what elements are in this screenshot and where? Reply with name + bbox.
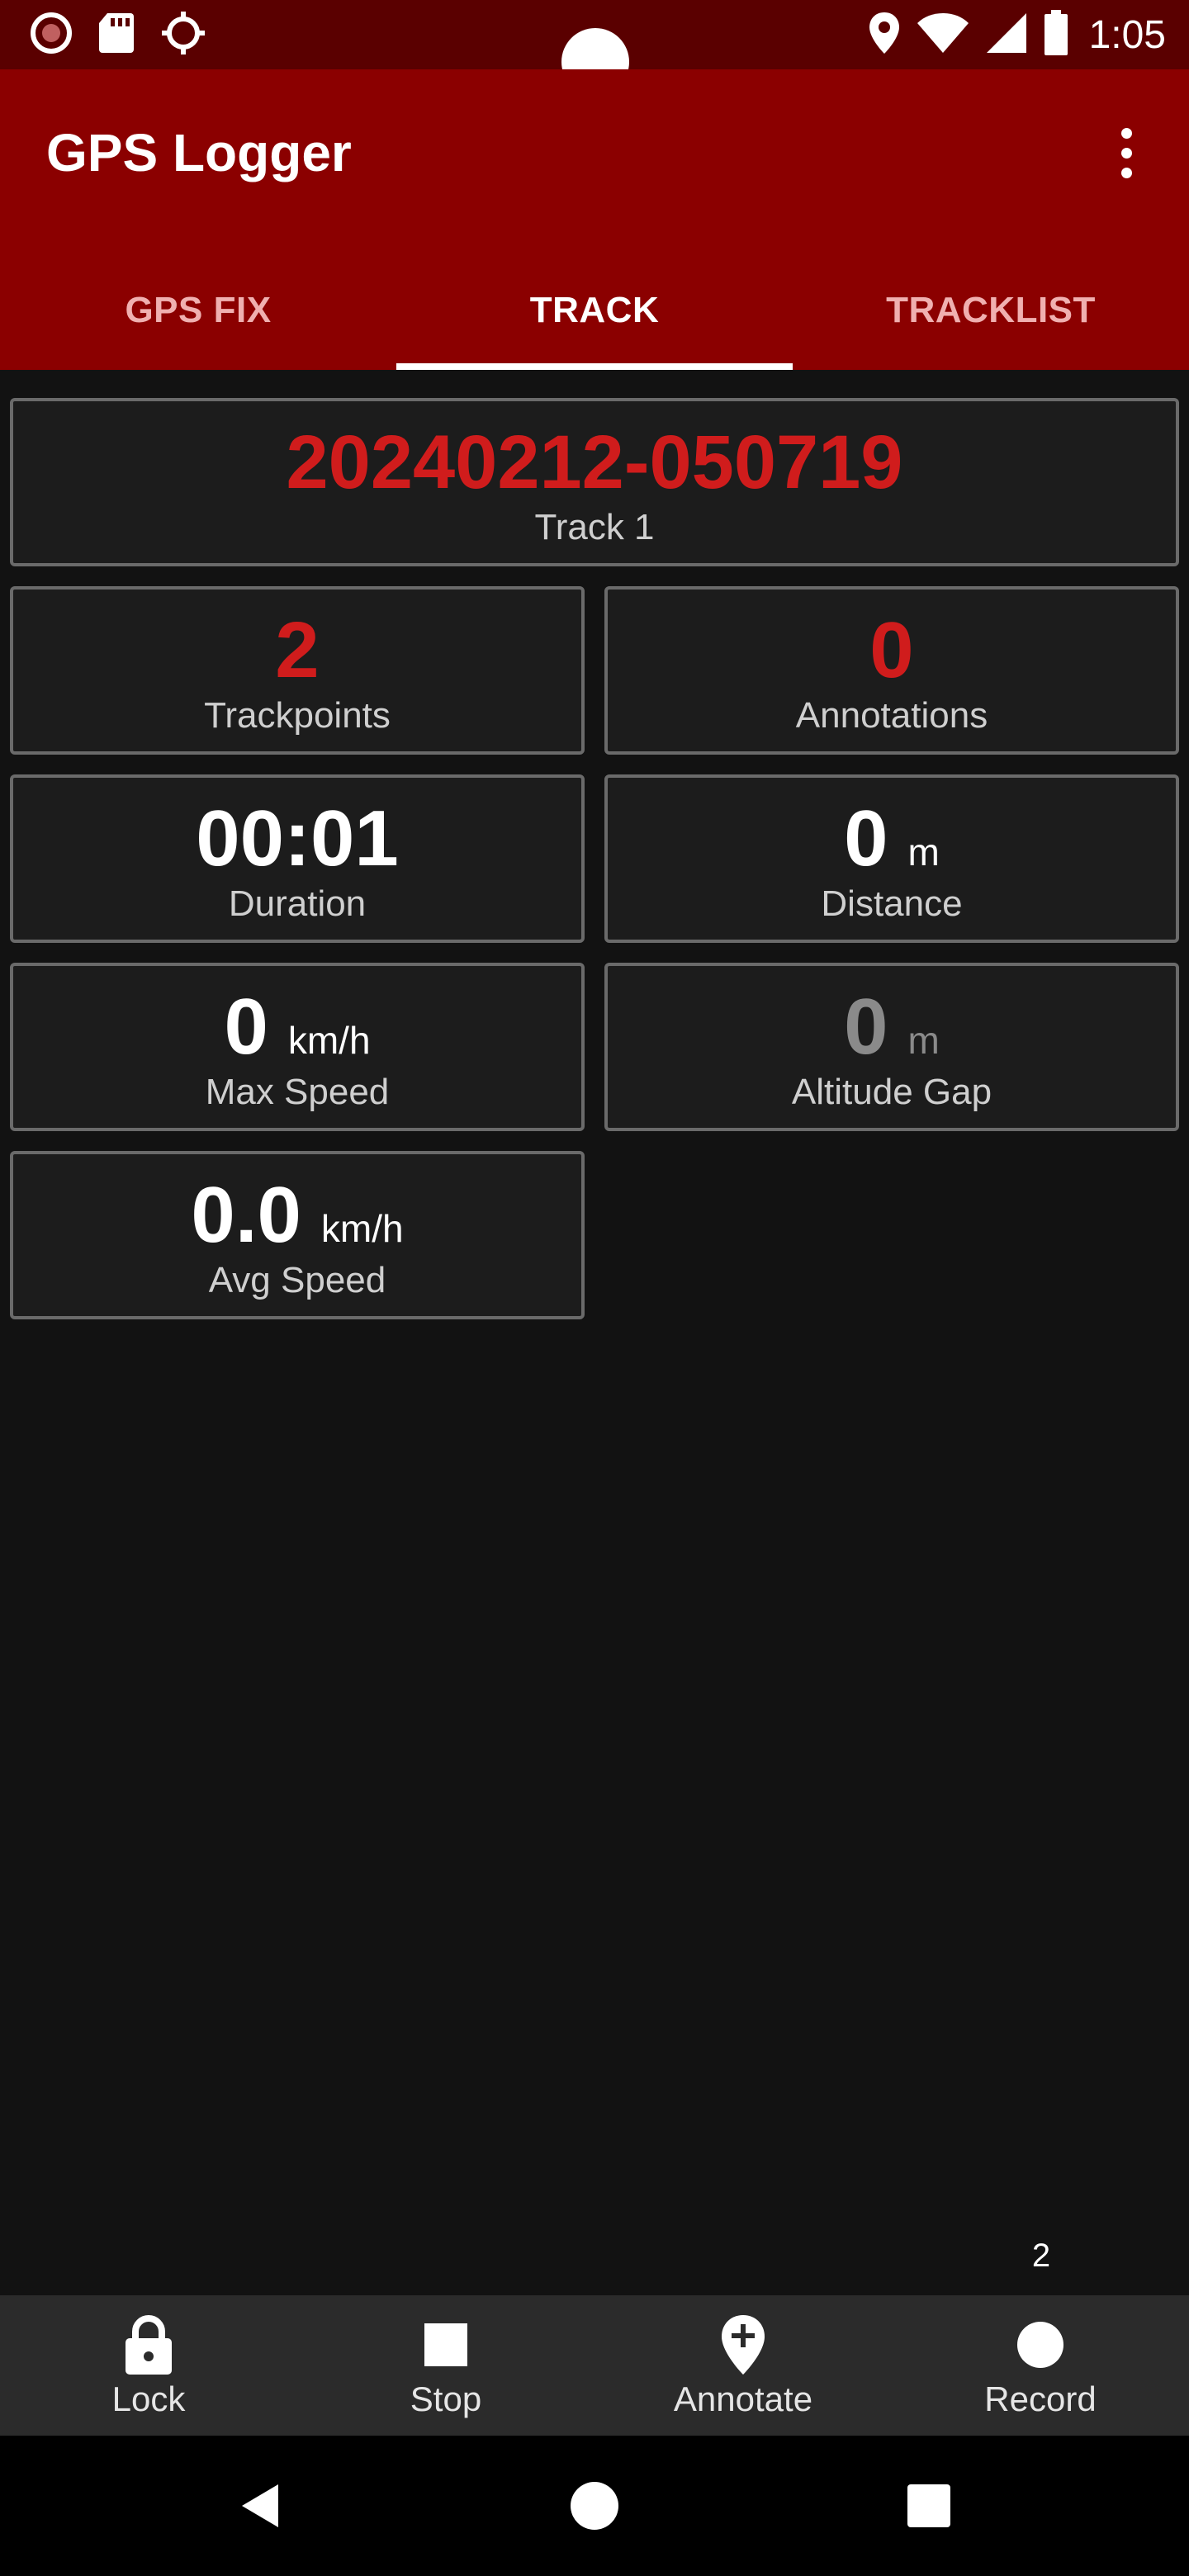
max-speed-unit: km/h	[287, 1019, 371, 1062]
avg-speed-label: Avg Speed	[208, 1260, 386, 1300]
max-speed-card: 0 km/h Max Speed	[10, 963, 585, 1131]
battery-icon	[1043, 9, 1069, 60]
app-bar: GPS Logger GPS FIX TRACK TRACKLIST	[0, 69, 1189, 370]
distance-unit: m	[907, 831, 940, 874]
system-nav-bar	[0, 2436, 1189, 2576]
record-indicator-icon	[30, 12, 73, 59]
recents-icon[interactable]	[892, 2469, 966, 2543]
gps-crosshair-icon	[160, 10, 206, 60]
trackpoints-label: Trackpoints	[204, 695, 391, 736]
max-speed-label: Max Speed	[205, 1072, 390, 1112]
cellular-signal-icon	[985, 12, 1028, 59]
record-icon	[1007, 2312, 1073, 2378]
status-right-icons: 1:05	[868, 8, 1166, 61]
altitude-gap-value: 0	[844, 983, 888, 1071]
duration-label: Duration	[228, 883, 367, 924]
annotations-label: Annotations	[795, 695, 988, 736]
distance-label: Distance	[821, 883, 963, 924]
avg-speed-value: 0.0	[191, 1171, 301, 1259]
trackpoint-counter: 2	[1031, 2237, 1051, 2274]
record-button[interactable]: Record	[892, 2295, 1189, 2436]
altitude-gap-card: 0 m Altitude Gap	[604, 963, 1179, 1131]
status-time: 1:05	[1088, 12, 1166, 57]
annotations-card: 0 Annotations	[604, 586, 1179, 755]
track-name-label: Track 1	[534, 507, 655, 547]
home-icon[interactable]	[557, 2469, 632, 2543]
status-left-icons	[30, 10, 206, 60]
annotate-label: Annotate	[673, 2379, 813, 2418]
add-location-icon	[710, 2312, 776, 2378]
trackpoints-card: 2 Trackpoints	[10, 586, 585, 755]
back-icon[interactable]	[223, 2469, 297, 2543]
more-vert-icon[interactable]	[1101, 116, 1151, 190]
annotate-button[interactable]: Annotate	[594, 2295, 892, 2436]
lock-label: Lock	[111, 2379, 186, 2418]
stop-button[interactable]: Stop	[297, 2295, 594, 2436]
bottom-toolbar: Lock Stop Annotate Record	[0, 2295, 1189, 2436]
wifi-icon	[916, 12, 970, 59]
record-label: Record	[984, 2379, 1097, 2418]
altitude-gap-unit: m	[907, 1019, 940, 1062]
tab-tracklist[interactable]: TRACKLIST	[793, 251, 1189, 370]
location-pin-icon	[868, 11, 901, 59]
avg-speed-unit: km/h	[320, 1207, 404, 1250]
tab-bar: GPS FIX TRACK TRACKLIST	[0, 251, 1189, 370]
max-speed-value: 0	[224, 983, 268, 1071]
tab-gps-fix[interactable]: GPS FIX	[0, 251, 396, 370]
stop-label: Stop	[410, 2379, 482, 2418]
distance-value: 0	[844, 794, 888, 883]
track-name-card: 20240212-050719 Track 1	[10, 398, 1179, 566]
sd-card-icon	[97, 12, 135, 59]
track-name: 20240212-050719	[286, 420, 903, 504]
duration-value: 00:01	[196, 794, 399, 883]
avg-speed-card: 0.0 km/h Avg Speed	[10, 1151, 585, 1319]
duration-card: 00:01 Duration	[10, 774, 585, 943]
lock-icon	[116, 2312, 182, 2378]
app-title: GPS Logger	[46, 123, 352, 182]
altitude-gap-label: Altitude Gap	[791, 1072, 992, 1112]
annotations-value: 0	[869, 606, 914, 694]
distance-card: 0 m Distance	[604, 774, 1179, 943]
trackpoints-value: 2	[275, 606, 320, 694]
stop-icon	[413, 2312, 479, 2378]
tab-track[interactable]: TRACK	[396, 251, 793, 370]
lock-button[interactable]: Lock	[0, 2295, 297, 2436]
